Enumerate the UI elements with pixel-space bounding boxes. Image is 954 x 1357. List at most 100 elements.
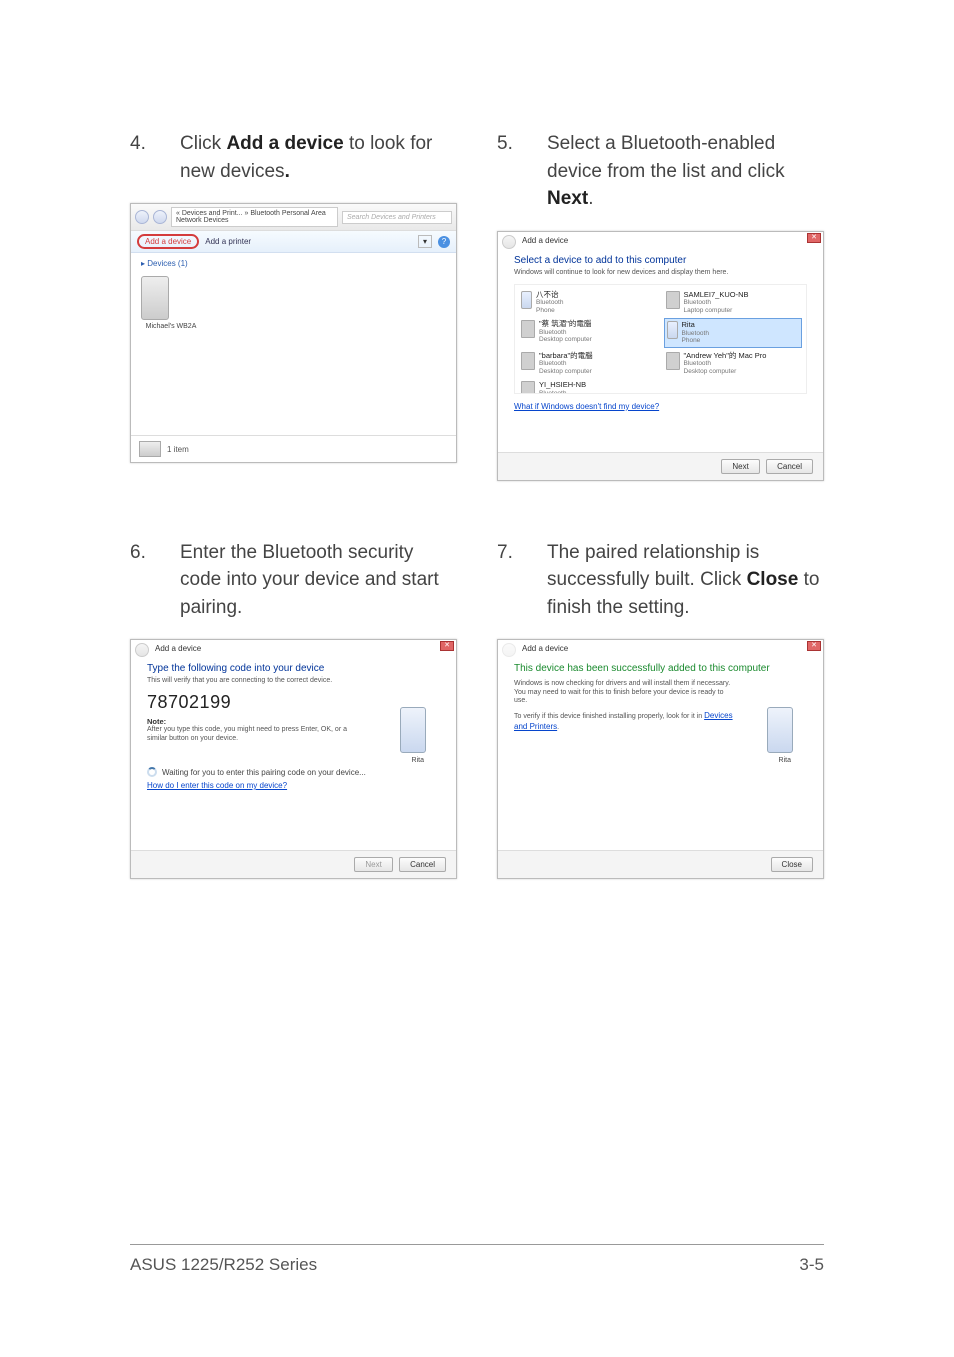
device-item[interactable]: 八不诒BluetoothPhone — [519, 289, 658, 317]
device-icon — [666, 352, 680, 370]
dialog-title: Add a device — [498, 232, 823, 249]
device-item[interactable]: YI_HSIEH-NBBluetooth — [519, 379, 658, 393]
step-4-number: 4. — [130, 130, 152, 185]
device-tech: Bluetooth — [684, 299, 749, 306]
help-link[interactable]: What if Windows doesn't find my device? — [514, 402, 659, 411]
step-5: 5. Select a Bluetooth-enabled device fro… — [497, 130, 824, 213]
device-item[interactable]: "蔡 筑湄"的電腦BluetoothDesktop computer — [519, 318, 658, 348]
verify-text: This will verify that you are connecting… — [147, 677, 440, 684]
toolbar: Add a device Add a printer ▾ ? — [131, 231, 456, 253]
device-kind: Phone — [682, 337, 709, 344]
back-icon[interactable] — [135, 643, 149, 657]
view-icon[interactable]: ▾ — [418, 235, 432, 248]
device-item[interactable]: SAMLEI7_KUO-NBBluetoothLaptop computer — [664, 289, 803, 317]
success-line1: Windows is now checking for drivers and … — [514, 680, 734, 705]
step-4-text: Click Add a device to look for new devic… — [180, 130, 457, 185]
device-icon[interactable] — [141, 276, 169, 320]
nav-forward-icon[interactable] — [153, 210, 167, 224]
device-kind: Laptop computer — [684, 307, 749, 314]
dialog-subheading: Windows will continue to look for new de… — [514, 269, 807, 276]
step-6: 6. Enter the Bluetooth security code int… — [130, 539, 457, 622]
nav-back-icon[interactable] — [135, 210, 149, 224]
device-kind: Phone — [536, 307, 563, 314]
devices-section-title: ▸ Devices (1) — [141, 259, 446, 268]
note-text: After you type this code, you might need… — [147, 726, 347, 743]
dialog-footer: Next Cancel — [131, 850, 456, 878]
device-name: YI_HSIEH-NB — [539, 381, 586, 390]
spinner-icon — [147, 767, 157, 777]
address-bar: « Devices and Print... » Bluetooth Perso… — [131, 204, 456, 231]
device-name: SAMLEI7_KUO-NB — [684, 291, 749, 300]
next-button: Next — [354, 857, 392, 872]
device-icon — [521, 291, 532, 309]
device-icon — [400, 707, 426, 753]
next-button[interactable]: Next — [721, 459, 759, 474]
footer-page-number: 3-5 — [799, 1255, 824, 1275]
screenshot-select-device: ✕ Add a device Select a device to add to… — [497, 231, 824, 481]
step-5-number: 5. — [497, 130, 519, 213]
status-icon — [139, 441, 161, 457]
add-printer-button[interactable]: Add a printer — [205, 237, 251, 246]
device-name: 八不诒 — [536, 291, 563, 300]
step-6-number: 6. — [130, 539, 152, 622]
device-icon — [521, 352, 535, 370]
dialog-heading: Type the following code into your device — [147, 663, 440, 674]
cancel-button[interactable]: Cancel — [766, 459, 813, 474]
device-icon — [521, 320, 535, 338]
device-tech: Bluetooth — [539, 360, 593, 367]
search-input[interactable]: Search Devices and Printers — [342, 211, 452, 224]
step-5-text: Select a Bluetooth-enabled device from t… — [547, 130, 824, 213]
device-tech: Bluetooth — [682, 330, 709, 337]
step-7-text: The paired relationship is successfully … — [547, 539, 824, 622]
back-icon[interactable] — [502, 235, 516, 249]
back-icon — [502, 643, 516, 657]
cancel-button[interactable]: Cancel — [399, 857, 446, 872]
status-text: 1 item — [167, 445, 189, 454]
content-area: ▸ Devices (1) Michael's WB2A — [131, 253, 456, 435]
device-kind: Desktop computer — [539, 336, 592, 343]
page-footer: ASUS 1225/R252 Series 3-5 — [130, 1244, 824, 1275]
device-caption: Rita — [412, 757, 424, 764]
device-item[interactable]: "barbara"的電腦BluetoothDesktop computer — [519, 350, 658, 378]
device-item[interactable]: RitaBluetoothPhone — [664, 318, 803, 348]
screenshot-devices-printers: « Devices and Print... » Bluetooth Perso… — [130, 203, 457, 463]
device-tech: Bluetooth — [539, 390, 586, 394]
step-7-number: 7. — [497, 539, 519, 622]
device-kind: Desktop computer — [684, 368, 767, 375]
dialog-heading: Select a device to add to this computer — [514, 255, 807, 266]
dialog-footer: Close — [498, 850, 823, 878]
screenshot-pairing-code: ✕ Add a device Type the following code i… — [130, 639, 457, 879]
step-4: 4. Click Add a device to look for new de… — [130, 130, 457, 185]
add-device-button[interactable]: Add a device — [137, 234, 199, 249]
device-icon — [767, 707, 793, 753]
device-icon — [667, 321, 678, 339]
device-icon — [521, 381, 535, 393]
device-name: Rita — [682, 321, 709, 330]
device-name: "Andrew Yeh"的 Mac Pro — [684, 352, 767, 361]
step-7: 7. The paired relationship is successful… — [497, 539, 824, 622]
address-path[interactable]: « Devices and Print... » Bluetooth Perso… — [171, 207, 338, 227]
device-tech: Bluetooth — [536, 299, 563, 306]
dialog-footer: Next Cancel — [498, 452, 823, 480]
dialog-title: Add a device — [131, 640, 456, 657]
screenshot-success: ✕ Add a device This device has been succ… — [497, 639, 824, 879]
waiting-status: Waiting for you to enter this pairing co… — [147, 767, 440, 777]
device-tech: Bluetooth — [539, 329, 592, 336]
device-icon — [666, 291, 680, 309]
success-line2: To verify if this device finished instal… — [514, 711, 734, 732]
footer-product: ASUS 1225/R252 Series — [130, 1255, 317, 1275]
close-button[interactable]: Close — [771, 857, 813, 872]
device-name: Michael's WB2A — [141, 323, 201, 330]
device-list: 八不诒BluetoothPhoneSAMLEI7_KUO-NBBluetooth… — [514, 284, 807, 394]
status-bar: 1 item — [131, 435, 456, 462]
device-name: "蔡 筑湄"的電腦 — [539, 320, 592, 329]
device-item[interactable]: "Andrew Yeh"的 Mac ProBluetoothDesktop co… — [664, 350, 803, 378]
device-name: "barbara"的電腦 — [539, 352, 593, 361]
note-label: Note: — [147, 717, 440, 726]
pairing-code: 78702199 — [147, 692, 440, 713]
help-link[interactable]: How do I enter this code on my device? — [147, 781, 287, 790]
device-tech: Bluetooth — [684, 360, 767, 367]
dialog-title: Add a device — [498, 640, 823, 657]
help-icon[interactable]: ? — [438, 236, 450, 248]
dialog-heading: This device has been successfully added … — [514, 663, 807, 674]
